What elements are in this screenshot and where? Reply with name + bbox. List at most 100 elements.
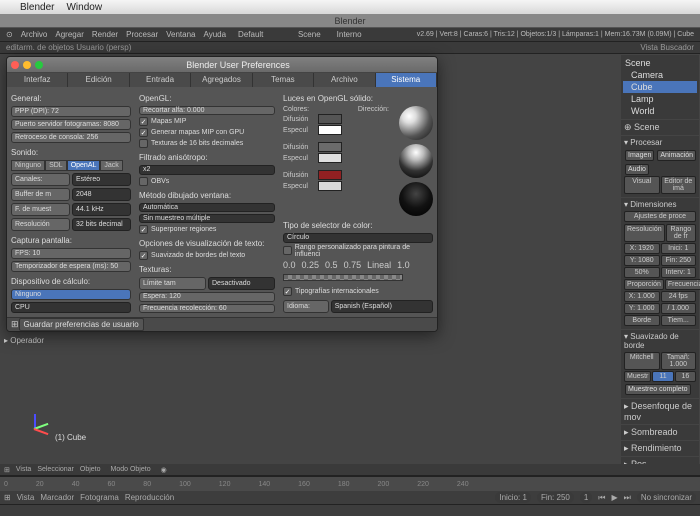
samplerate-dropdown[interactable]: 44.1 kHz [72, 203, 131, 216]
tl-fotograma[interactable]: Fotograma [80, 493, 119, 502]
frameserver-port-field[interactable]: Puerto servidor fotogramas: 8080 [11, 119, 131, 130]
engine-dropdown[interactable]: Interno [333, 29, 366, 40]
menu-render[interactable]: Render [92, 30, 118, 39]
display-dropdown[interactable]: Editor de imá [661, 176, 697, 194]
tex16bit-check[interactable]: Texturas de 16 bits decimales [139, 139, 275, 148]
aniso-dropdown[interactable]: x2 [139, 165, 275, 174]
mipmaps-check[interactable]: Mapas MIP [139, 117, 275, 126]
compute-device-dropdown[interactable]: CPU [11, 302, 131, 313]
save-prefs-button[interactable]: Guardar preferencias de usuario [19, 318, 144, 331]
res-pct[interactable]: 50% [624, 267, 660, 278]
tab-agregados[interactable]: Agregados [191, 73, 252, 87]
res-x[interactable]: X: 1920 [624, 243, 660, 254]
tl-editor-icon[interactable]: ⊞ [4, 493, 11, 502]
tl-reproduccion[interactable]: Reproducción [125, 493, 174, 502]
panel-shading[interactable]: ▸ Sombreado [621, 425, 699, 440]
tex-collection-field[interactable]: Frecuencia recolección: 60 [139, 304, 275, 313]
aa-16[interactable]: 16 [675, 371, 696, 382]
specular2-swatch[interactable] [318, 153, 342, 163]
scene-header[interactable]: ⊕ Scene [621, 120, 699, 135]
outliner-world[interactable]: World [623, 105, 697, 117]
render-anim-button[interactable]: Animación [657, 150, 696, 161]
panel-suavizado[interactable]: ▾ Suavizado de borde [624, 332, 696, 350]
panel-motion-blur[interactable]: ▸ Desenfoque de mov [621, 399, 699, 424]
zoom-icon[interactable] [35, 61, 43, 69]
console-scrollback-field[interactable]: Retroceso de consola: 256 [11, 132, 131, 143]
clip-alpha-field[interactable]: Recortar alfa: 0.000 [139, 106, 275, 115]
play-rev-icon[interactable]: ⏮ [598, 493, 605, 503]
prefs-titlebar[interactable]: Blender User Preferences [7, 57, 437, 73]
audio-jack[interactable]: Jack [100, 160, 122, 171]
layout-dropdown[interactable]: Default [234, 29, 267, 40]
weight-gradient[interactable] [283, 274, 403, 281]
outliner-cube[interactable]: Cube [623, 81, 697, 93]
tl-vista[interactable]: Vista [17, 493, 35, 502]
aspect-x[interactable]: X: 1.000 [624, 291, 660, 302]
tex-timeout-field[interactable]: Espera: 120 [139, 292, 275, 301]
shading-icon[interactable]: ◉ [161, 466, 167, 474]
sampleformat-dropdown[interactable]: 32 bits decimal [72, 218, 131, 231]
sync-dropdown[interactable]: No sincronizar [637, 492, 696, 503]
windraw-dropdown[interactable]: Automática [139, 203, 275, 212]
outliner-scene[interactable]: Scene [623, 57, 697, 69]
menu-procesar[interactable]: Procesar [126, 30, 158, 39]
menu-agregar[interactable]: Agregar [55, 30, 83, 39]
panel-procesar[interactable]: ▾ Procesar [624, 138, 696, 147]
language-dropdown[interactable]: Spanish (Español) [331, 300, 433, 313]
outliner-lamp[interactable]: Lamp [623, 93, 697, 105]
diffuse2-swatch[interactable] [318, 142, 342, 152]
frame-end-field[interactable]: Fin: 250 [537, 492, 574, 503]
tab-temas[interactable]: Temas [253, 73, 314, 87]
intl-fonts-check[interactable]: Tipografías internacionales [283, 287, 433, 296]
mode-dropdown[interactable]: Modo Objeto [107, 465, 155, 474]
specular3-swatch[interactable] [318, 181, 342, 191]
aa-11[interactable]: 11 [652, 371, 673, 382]
screencast-wait-field[interactable]: Temporizador de espera (ms): 50 [11, 261, 131, 272]
panel-post[interactable]: ▸ Pos procesamient [621, 457, 699, 464]
menu-archivo[interactable]: Archivo [21, 30, 48, 39]
app-menu[interactable]: Blender [20, 2, 54, 13]
multisample-dropdown[interactable]: Sin muestreo múltiple [139, 214, 275, 223]
full-sample-button[interactable]: Muestreo completo [625, 384, 691, 395]
dpi-field[interactable]: PPP (DPI): 72 [11, 106, 131, 117]
frame-step[interactable]: Interv: 1 [661, 267, 697, 278]
aa-filter[interactable]: Mitchell [624, 352, 660, 370]
audio-none[interactable]: Ninguno [11, 160, 45, 171]
light3-sphere[interactable] [399, 182, 433, 216]
operator-panel[interactable]: ▸ Operador [4, 336, 44, 345]
vp-seleccionar[interactable]: Seleccionar [37, 466, 74, 473]
specular1-swatch[interactable] [318, 125, 342, 135]
region-overlap-check[interactable]: Superponer regiones [139, 225, 275, 234]
vbo-check[interactable]: OBVs [139, 177, 275, 186]
render-image-button[interactable]: Imagen [625, 150, 654, 161]
preset-dropdown[interactable]: Ajustes de proce [624, 211, 696, 222]
fps[interactable]: 24 fps [661, 291, 697, 302]
screencast-fps-field[interactable]: FPS: 10 [11, 248, 131, 259]
light1-sphere[interactable] [399, 106, 433, 140]
tex-limit-dropdown[interactable]: Desactivado [208, 277, 275, 290]
buffer-dropdown[interactable]: 2048 [72, 188, 131, 201]
close-icon[interactable] [11, 61, 19, 69]
res-y[interactable]: Y: 1080 [624, 255, 660, 266]
vp-objeto[interactable]: Objeto [80, 466, 101, 473]
compute-device-none[interactable]: Ninguno [11, 289, 131, 300]
play-icon[interactable]: ▶ [612, 493, 618, 502]
colorpicker-dropdown[interactable]: Círculo [283, 233, 433, 243]
tab-interfaz[interactable]: Interfaz [7, 73, 68, 87]
aspect-y[interactable]: Y: 1.000 [624, 303, 660, 314]
scene-dropdown[interactable]: Scene [294, 29, 325, 40]
minimize-icon[interactable] [23, 61, 31, 69]
prefs-editor-icon[interactable]: ⊞ [11, 319, 19, 330]
light2-sphere[interactable] [399, 144, 433, 178]
text-aa-check[interactable]: Suavizado de bordes del texto [139, 251, 275, 260]
border-check[interactable]: Borde [624, 315, 660, 326]
channels-dropdown[interactable]: Estéreo [72, 173, 131, 186]
timeline-ruler[interactable]: 0 20 40 60 80 100 120 140 160 180 200 22… [0, 477, 700, 491]
play-fwd-icon[interactable]: ⏭ [624, 493, 631, 503]
panel-dimensiones[interactable]: ▾ Dimensiones [624, 200, 696, 209]
audio-sdl[interactable]: SDL [45, 160, 67, 171]
fps-base[interactable]: / 1.000 [661, 303, 697, 314]
outliner-camera[interactable]: Camera [623, 69, 697, 81]
custom-weight-range-check[interactable]: Rango personalizado para pintura de infl… [283, 245, 433, 257]
frame-end[interactable]: Fin: 250 [661, 255, 697, 266]
